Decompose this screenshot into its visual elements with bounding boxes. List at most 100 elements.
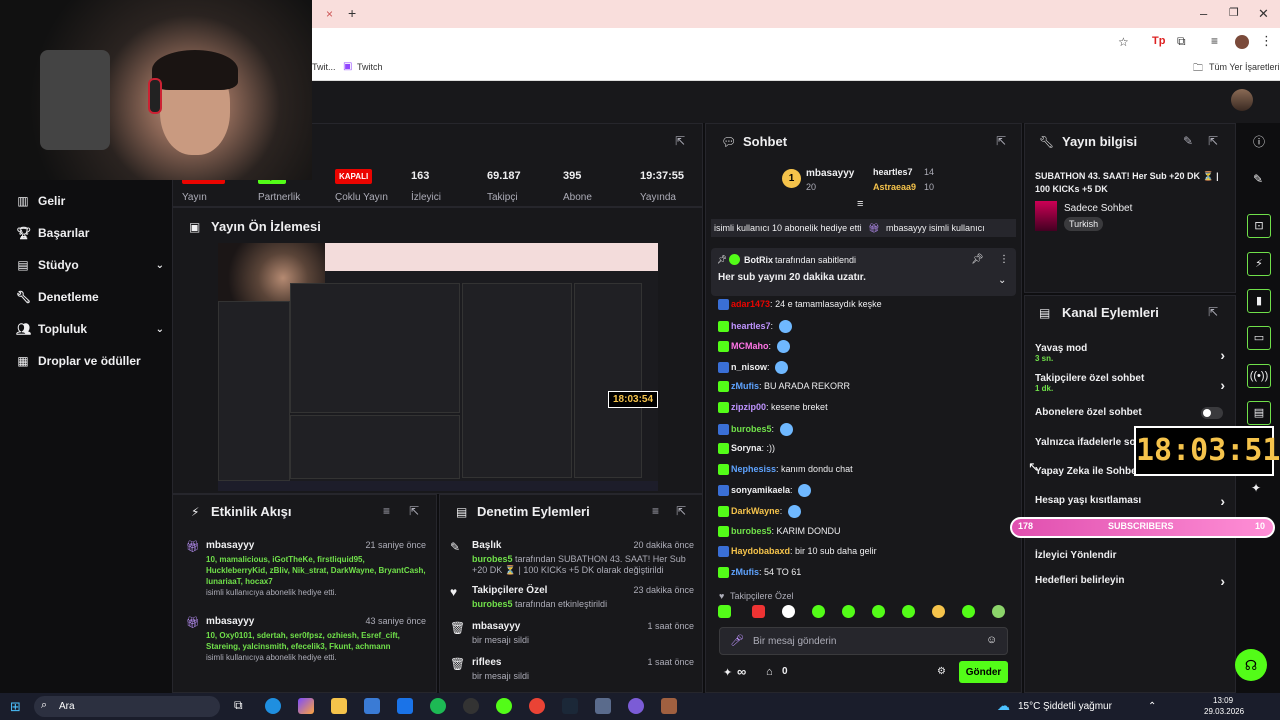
bookmark-star-icon[interactable]: ☆ [1118, 35, 1129, 49]
moderation-user[interactable]: burobes5 [472, 554, 513, 564]
edit-icon[interactable]: ✎ [1253, 172, 1263, 186]
bookmark-partial[interactable]: Twit... [312, 62, 336, 72]
setting-slow-mode[interactable]: Yavaş mod 3 sn. › [1035, 343, 1225, 363]
emote-icon[interactable] [992, 605, 1005, 618]
emoji-icon[interactable]: ☺ [986, 634, 997, 646]
rail-button-1[interactable]: ⊡ [1247, 214, 1271, 238]
photo-icon[interactable] [661, 698, 677, 714]
chat-username[interactable]: sonyamikaela [731, 485, 790, 495]
rail-button-3[interactable]: ▮ [1247, 289, 1271, 313]
sidebar-item-gelir[interactable]: ▥ Gelir [16, 194, 164, 208]
emote-icon[interactable] [842, 605, 855, 618]
setting-followers-only[interactable]: Takipçilere özel sohbet 1 dk. › [1035, 373, 1225, 393]
kick-icon[interactable] [496, 698, 512, 714]
profile-icon[interactable] [1235, 35, 1249, 49]
chat-username[interactable]: n_nisow [731, 362, 767, 372]
taskbar-search[interactable]: ⌕ Ara [34, 696, 220, 717]
explorer-icon[interactable] [331, 698, 347, 714]
stream-preview[interactable]: 18:03:54 [218, 243, 658, 491]
extensions-puzzle-icon[interactable]: ⧉ [1177, 34, 1186, 49]
sidebar-item-topluluk[interactable]: 👥︎ Topluluk ⌄ [16, 322, 164, 336]
chat-username[interactable]: Soryna [731, 443, 762, 453]
chat-username[interactable]: Haydobabaxd [731, 546, 790, 556]
new-tab-icon[interactable]: + [348, 5, 356, 21]
store-icon[interactable] [364, 698, 380, 714]
sidebar-item-droplar[interactable]: ▦ Droplar ve ödüller [16, 354, 164, 368]
chat-username[interactable]: heartles7 [731, 321, 771, 331]
chat-username[interactable]: zMufis [731, 567, 759, 577]
language-tag[interactable]: Turkish [1064, 217, 1104, 231]
mail-icon[interactable] [397, 698, 413, 714]
pinned-message[interactable]: 📌︎ BotRix tarafından sabitlendi Her sub … [711, 248, 1016, 296]
setting-subs-only[interactable]: Abonelere özel sohbet [1035, 407, 1225, 419]
rail-button-5[interactable]: ((•)) [1247, 364, 1271, 388]
emote-icon[interactable] [962, 605, 975, 618]
emote-icon[interactable] [718, 605, 731, 618]
edit-pencil-icon[interactable]: ✎ [1183, 134, 1193, 148]
sidebar-item-studyo[interactable]: ▤ Stüdyo ⌄ [16, 258, 164, 272]
chevron-down-icon[interactable]: ⌄ [998, 275, 1006, 286]
popout-icon[interactable]: ⇱ [1208, 134, 1218, 148]
popout-icon[interactable]: ⇱ [675, 134, 685, 148]
info-icon[interactable]: ⓘ [1253, 133, 1265, 150]
unpin-icon[interactable]: 📌︎ [971, 254, 984, 265]
user-avatar[interactable] [1231, 89, 1253, 111]
emote-icon[interactable] [812, 605, 825, 618]
category-thumbnail[interactable] [1035, 201, 1057, 231]
extension-icon[interactable]: Tp [1152, 35, 1165, 47]
subs-only-toggle[interactable] [1201, 407, 1223, 419]
steam-icon[interactable] [562, 698, 578, 714]
setting-goals[interactable]: Hedefleri belirleyin › [1035, 573, 1225, 589]
rail-button-6[interactable]: ▤ [1247, 401, 1271, 425]
emote-icon[interactable] [752, 605, 765, 618]
rail-button-2[interactable]: ⚡︎ [1247, 252, 1271, 276]
emote-icon[interactable] [902, 605, 915, 618]
filter-icon[interactable]: ≡ [652, 504, 659, 518]
chat-username[interactable]: zipzip00 [731, 402, 766, 412]
popout-icon[interactable]: ⇱ [1208, 305, 1218, 319]
more-icon[interactable]: ⋮ [999, 254, 1009, 265]
chat-username[interactable]: DarkWayne [731, 506, 780, 516]
discord-icon[interactable] [628, 698, 644, 714]
sidebar-item-denetleme[interactable]: 🔧︎ Denetleme [16, 290, 164, 304]
bookmark-all[interactable]: Tüm Yer İşaretleri [1209, 62, 1280, 72]
chat-username[interactable]: zMufis [731, 381, 759, 391]
chat-input[interactable]: 🎤︎ Bir mesaj gönderin ☺ [719, 627, 1008, 655]
sidebar-item-basarilar[interactable]: 🏆︎ Başarılar [16, 226, 164, 240]
edge-icon[interactable] [265, 698, 281, 714]
tab-close-icon[interactable]: × [326, 7, 333, 21]
task-view-icon[interactable]: ⧉ [234, 698, 250, 714]
category-name[interactable]: Sadece Sohbet [1064, 203, 1132, 214]
store-icon[interactable]: ⌂ [766, 666, 773, 678]
chrome-icon[interactable] [529, 698, 545, 714]
chat-username[interactable]: MCMaho [731, 341, 769, 351]
gifter-2-name[interactable]: heartles7 [873, 167, 913, 177]
setting-account-age[interactable]: Hesap yaşı kısıtlaması › [1035, 493, 1225, 509]
popout-icon[interactable]: ⇱ [996, 134, 1006, 148]
bookmark-twitch[interactable]: Twitch [357, 62, 383, 72]
chat-username[interactable]: Nephesiss [731, 464, 776, 474]
menu-dots-icon[interactable]: ⋮ [1260, 33, 1273, 49]
chat-username[interactable]: burobes5 [731, 424, 772, 434]
emote-icon[interactable] [872, 605, 885, 618]
support-icon[interactable]: ☊ [1235, 649, 1267, 681]
app-icon[interactable] [595, 698, 611, 714]
moderation-user[interactable]: burobes5 [472, 599, 513, 609]
chat-username[interactable]: adar1473 [731, 299, 770, 309]
mic-icon[interactable]: 🎤︎ [730, 634, 744, 647]
top-gifter-name[interactable]: mbasayyy [806, 168, 854, 179]
rail-button-4[interactable]: ▭ [1247, 326, 1271, 350]
settings-gear-icon[interactable]: ⚙ [937, 666, 946, 677]
tray-chevron-icon[interactable]: ⌃ [1148, 701, 1156, 712]
maximize-icon[interactable]: ❐ [1229, 6, 1239, 19]
apps-icon[interactable]: ✦ [1251, 481, 1261, 495]
popout-icon[interactable]: ⇱ [409, 504, 419, 518]
chat-username[interactable]: burobes5 [731, 526, 772, 536]
send-button[interactable]: Gönder [959, 661, 1008, 683]
expand-leaderboard-icon[interactable]: ≡ [857, 198, 863, 210]
emote-icon[interactable] [782, 605, 795, 618]
windows-start-icon[interactable]: ⊞ [10, 699, 21, 715]
obs-icon[interactable] [463, 698, 479, 714]
pinned-by[interactable]: BotRix [744, 255, 773, 265]
points-icon[interactable]: ✦ [723, 666, 732, 679]
